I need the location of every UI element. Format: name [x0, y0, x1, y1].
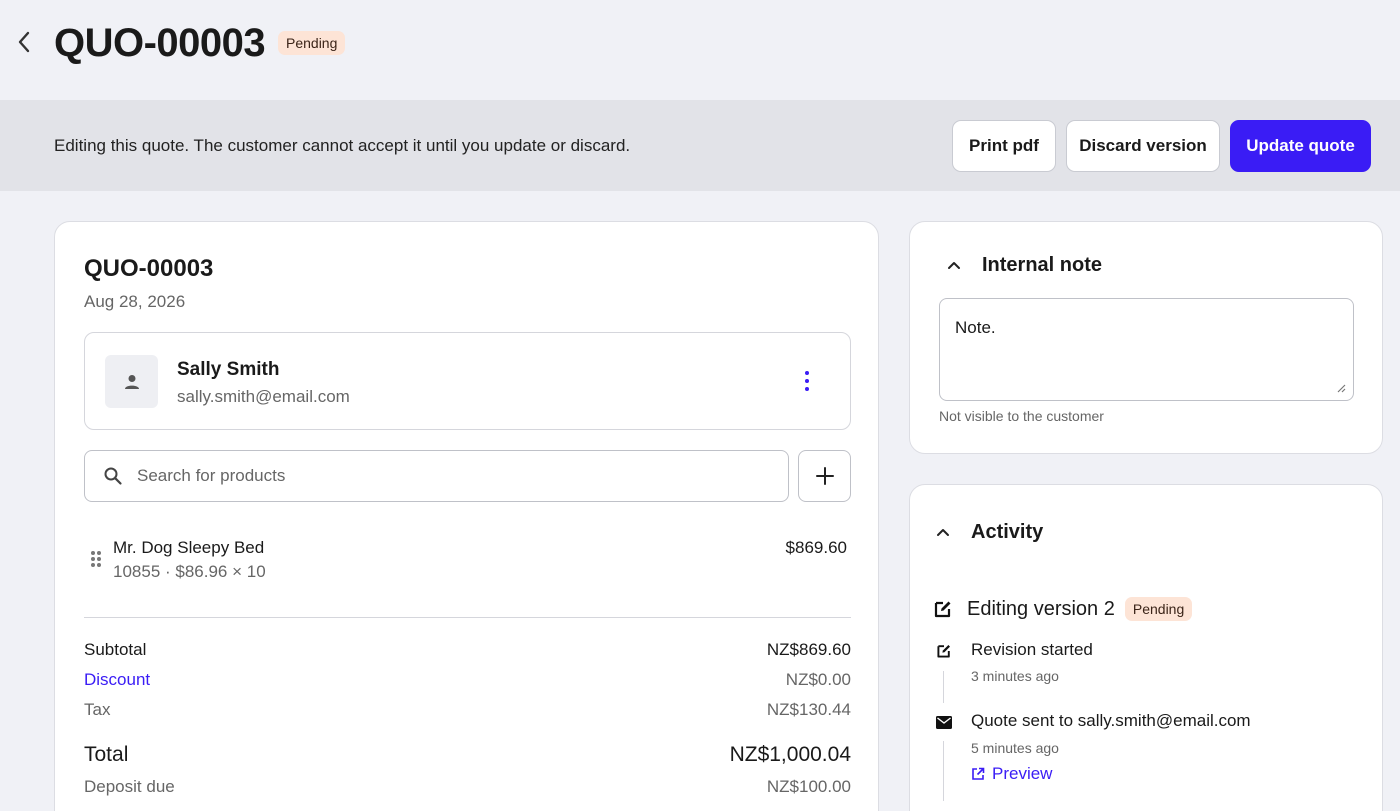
- drag-handle-icon[interactable]: [91, 551, 101, 567]
- update-quote-button[interactable]: Update quote: [1230, 120, 1371, 172]
- note-textarea[interactable]: Note.: [939, 298, 1354, 401]
- kebab-menu-icon[interactable]: [802, 369, 812, 393]
- line-item[interactable]: Mr. Dog Sleepy Bed 10855 · $86.96 × 10 $…: [84, 536, 851, 596]
- tax-row: Tax NZ$130.44: [84, 699, 851, 721]
- add-product-button[interactable]: [798, 450, 851, 502]
- deposit-label: Deposit due: [84, 777, 175, 796]
- subtotal-label: Subtotal: [84, 640, 147, 659]
- plus-icon: [815, 467, 834, 485]
- quote-number: QUO-00003: [84, 255, 214, 282]
- chevron-left-icon: [18, 31, 30, 53]
- activity-event-time: 5 minutes ago: [971, 740, 1059, 756]
- search-input[interactable]: [137, 451, 777, 501]
- subtotal-row: Subtotal NZ$869.60: [84, 639, 851, 661]
- divider: [84, 617, 851, 618]
- customer-card: Sally Smith sally.smith@email.com: [84, 332, 851, 430]
- version-title: Editing version 2: [967, 598, 1115, 620]
- discount-value: NZ$0.00: [785, 670, 851, 689]
- customer-email: sally.smith@email.com: [177, 387, 350, 406]
- activity-title: Activity: [971, 521, 1044, 543]
- version-status-badge: Pending: [1124, 597, 1193, 621]
- status-badge: Pending: [278, 31, 346, 55]
- note-text: Note.: [955, 318, 996, 337]
- resize-grip-icon[interactable]: [1336, 383, 1346, 393]
- timeline-line: [943, 741, 944, 801]
- line-item-meta: 10855 · $86.96 × 10: [113, 562, 266, 581]
- subtotal-value: NZ$869.60: [766, 640, 851, 659]
- activity-event-text: Quote sent to sally.smith@email.com: [971, 711, 1251, 730]
- total-row: Total NZ$1,000.04: [84, 743, 851, 769]
- internal-note-card: Internal note Note. Not visible to the c…: [909, 221, 1383, 454]
- tax-value: NZ$130.44: [766, 700, 851, 719]
- deposit-value: NZ$100.00: [766, 777, 851, 796]
- page-title: QUO-00003: [54, 21, 266, 65]
- activity-event-text: Revision started: [971, 640, 1093, 659]
- preview-link[interactable]: Preview: [971, 764, 1052, 784]
- person-icon: [124, 374, 139, 389]
- page-header: QUO-00003 Pending: [0, 0, 1400, 100]
- chevron-up-icon: [944, 255, 964, 275]
- product-search: [84, 450, 789, 502]
- print-pdf-button[interactable]: Print pdf: [952, 120, 1056, 172]
- back-button[interactable]: [10, 28, 38, 56]
- line-item-name: Mr. Dog Sleepy Bed: [113, 538, 265, 557]
- internal-note-title: Internal note: [982, 254, 1103, 276]
- activity-card: Activity Editing version 2 Pending Revis…: [909, 484, 1383, 811]
- version-header: Editing version 2 Pending: [933, 595, 1193, 623]
- note-hint: Not visible to the customer: [939, 408, 1104, 424]
- search-icon: [104, 467, 122, 485]
- external-link-icon: [972, 767, 985, 780]
- discount-row: Discount NZ$0.00: [84, 669, 851, 691]
- activity-event-time: 3 minutes ago: [971, 668, 1059, 684]
- total-value: NZ$1,000.04: [729, 743, 851, 766]
- edit-icon: [934, 641, 954, 661]
- edit-icon: [934, 601, 951, 618]
- preview-link-label: Preview: [992, 764, 1053, 783]
- discount-link[interactable]: Discount: [84, 669, 150, 691]
- editing-banner: Editing this quote. The customer cannot …: [0, 100, 1400, 191]
- deposit-row: Deposit due NZ$100.00: [84, 776, 851, 798]
- avatar: [105, 355, 158, 408]
- tax-label: Tax: [84, 700, 111, 719]
- chevron-up-icon: [933, 522, 953, 542]
- line-item-price: $869.60: [785, 538, 847, 557]
- customer-name: Sally Smith: [177, 359, 280, 380]
- quote-date: Aug 28, 2026: [84, 292, 186, 311]
- internal-note-toggle[interactable]: Internal note: [944, 253, 1102, 277]
- total-label: Total: [84, 743, 129, 766]
- discard-version-button[interactable]: Discard version: [1066, 120, 1220, 172]
- mail-icon: [934, 712, 954, 732]
- timeline-line: [943, 671, 944, 703]
- quote-card: QUO-00003 Aug 28, 2026 Sally Smith sally…: [54, 221, 879, 811]
- activity-toggle[interactable]: Activity: [933, 520, 1043, 544]
- banner-message: Editing this quote. The customer cannot …: [54, 136, 631, 155]
